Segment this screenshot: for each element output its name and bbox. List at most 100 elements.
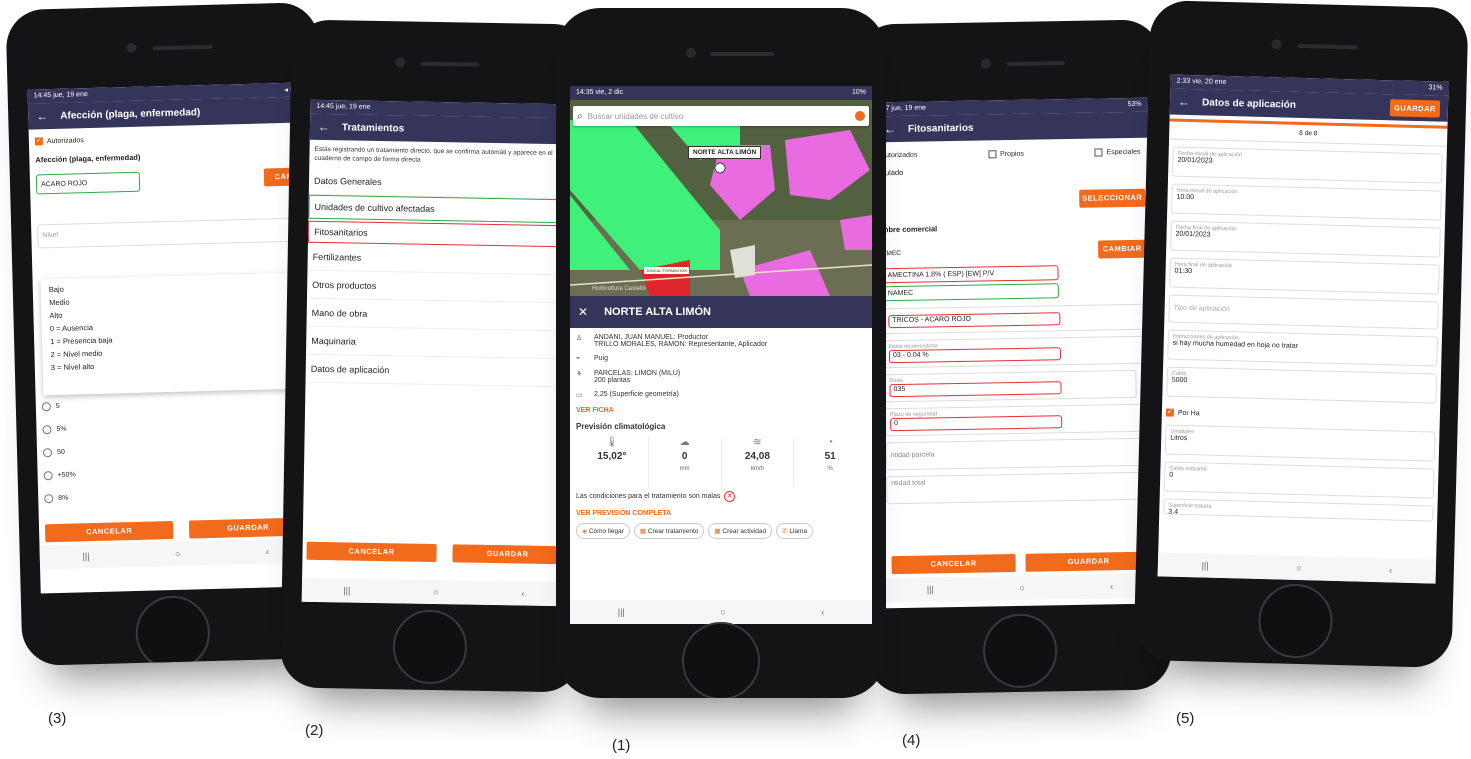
dose-field[interactable]: Dosis 035 [884,369,1137,403]
product-field[interactable]: NAMEC [882,283,1059,302]
weather-value: 24,08 [744,451,770,462]
checkbox-label: Por Ha [1177,409,1200,417]
directions-icon: ◈ [582,528,587,535]
screen-2: 14:45 jue, 19 ene▮ ← Tratamientos Estás … [301,99,575,607]
checkbox-icon[interactable] [1094,148,1103,157]
start-date-field[interactable]: Fecha inicial de aplicación 20/01/2023 [1172,146,1443,184]
plague-field[interactable]: TRICOS - ACARO ROJO [883,303,1148,335]
home-circle-icon[interactable]: ○ [720,607,725,617]
back-arrow-icon[interactable]: ← [36,109,48,123]
back-chevron-icon[interactable]: ‹ [1110,581,1113,591]
menu-item[interactable]: Datos de aplicación [305,354,570,388]
home-circle-icon[interactable]: ○ [1019,583,1025,593]
save-button[interactable]: GUARDAR [452,544,563,565]
start-time-field[interactable]: Hora inicial de aplicación 10:00 [1171,183,1442,221]
menu-item[interactable]: Datos Generales [308,166,574,200]
back-arrow-icon[interactable]: ← [1178,95,1190,109]
authorized-check-row[interactable]: ✓ Autorizados [34,131,295,146]
map-view[interactable]: ⌕ Buscar unidades de cultivo NORTE ALTA … [570,100,872,296]
close-icon[interactable]: ✕ [578,305,588,319]
checkbox-checked-icon[interactable]: ✓ [1165,408,1175,417]
menu-item-highlighted[interactable]: Unidades de cultivo afectadas [308,194,573,224]
quantity-total-field[interactable]: ntidad total [886,471,1151,505]
checkbox-icon[interactable] [988,150,997,159]
leftover-broth-field[interactable]: Caldo sobrante 0 [1163,461,1435,499]
cancel-button[interactable]: CANCELAR [306,541,437,563]
end-date-field[interactable]: Fecha final de aplicación 20/01/2023 [1170,220,1441,258]
front-camera [395,57,406,68]
home-button[interactable] [982,613,1058,689]
cancel-button[interactable]: CANCELAR [44,520,174,543]
home-circle-icon[interactable]: ○ [1296,563,1302,573]
view-sheet-link[interactable]: VER FICHA [576,407,866,414]
select-button[interactable]: SELECCIONAR [1079,188,1146,208]
home-circle-icon[interactable]: ○ [433,587,439,597]
call-chip[interactable]: ✆ Llama [776,523,814,539]
weather-value: 0 [681,451,688,462]
filter-badge-icon[interactable] [855,111,865,121]
radio-icon[interactable] [43,471,53,481]
home-circle-icon[interactable]: ○ [175,549,181,559]
back-chevron-icon[interactable]: ‹ [1389,565,1392,575]
check-item[interactable]: Especiales [1094,148,1141,157]
android-nav-bar: ||| ○ ‹ [1157,552,1437,584]
radio-option[interactable]: 8% [44,487,77,511]
recents-icon[interactable]: ||| [343,585,350,595]
weather-unit: % [827,466,833,472]
back-arrow-icon[interactable]: ← [318,120,330,134]
radio-option[interactable]: 5 [41,395,75,419]
recents-icon[interactable]: ||| [82,551,89,561]
product-field[interactable]: AMECTINA 1,8% ( ESP) [EW] P/V [882,265,1059,284]
checkbox-checked-icon[interactable]: ✓ [34,137,44,146]
radio-option[interactable]: 50 [42,441,76,465]
safety-period-field[interactable]: Plazo de seguridad 0 [884,403,1150,437]
people-row: ♙ ANDANI, JUAN MANUEL: Productor TRILLO M… [576,334,866,348]
home-button[interactable] [1257,582,1334,659]
radio-option[interactable]: +50% [43,464,76,488]
place-text: Puig [594,355,609,362]
directions-chip[interactable]: ◈ Cómo llegar [576,523,630,539]
home-button[interactable] [392,609,468,685]
page-title: Tratamientos [341,121,405,134]
search-bar[interactable]: ⌕ Buscar unidades de cultivo [573,106,869,126]
search-input[interactable]: Buscar unidades de cultivo [588,112,855,121]
broth-field[interactable]: Caldo 5000 [1166,366,1438,404]
status-time: 14:35 vie, 2 dic [576,89,624,96]
per-ha-check-row[interactable]: ✓ Por Ha [1165,408,1436,423]
create-treatment-chip[interactable]: ▦ Crear tratamiento [633,523,705,539]
recents-icon[interactable]: ||| [1202,560,1209,570]
dose-recommended-field[interactable]: Dosis recomendada 03 - 0.04 % [883,335,1149,369]
front-camera [686,48,696,58]
android-nav-bar: ||| ○ ‹ [39,538,313,570]
units-field[interactable]: Unidades Litros [1164,424,1436,462]
create-activity-chip[interactable]: ▦ Crear actividad [708,523,773,539]
quantity-parcel-field[interactable]: ntidad parcela [885,437,1150,471]
screen-5: 2:33 vie, 20 ene 31% ← Datos de aplicació… [1157,74,1449,584]
home-button[interactable] [134,595,211,666]
save-button[interactable]: GUARDAR [1025,551,1152,572]
back-chevron-icon[interactable]: ‹ [521,589,524,599]
radio-label: 5 [55,402,60,411]
check-item[interactable]: Propios [988,150,1024,159]
home-button[interactable] [682,622,760,698]
recents-icon[interactable]: ||| [927,584,934,594]
save-button[interactable]: GUARDAR [1389,98,1441,118]
end-time-field[interactable]: Hora final de aplicación 01:30 [1169,257,1440,295]
cancel-button[interactable]: CANCELAR [891,554,1016,575]
treated-surface-field[interactable]: Superficie tratada 3,4 [1163,498,1434,522]
radio-icon[interactable] [42,448,53,458]
radio-icon[interactable] [42,425,52,435]
application-type-field[interactable]: Tipo de aplicación [1168,294,1439,330]
radio-option[interactable]: 5% [42,418,75,442]
back-chevron-icon[interactable]: ‹ [821,607,824,617]
recents-icon[interactable]: ||| [618,607,625,617]
radio-icon[interactable] [41,402,51,412]
instructions-field[interactable]: Instrucciones de aplicación si hay mucha … [1167,329,1438,367]
level-dropdown: Bajo Medio Alto 0 = Ausencia 1 = Presenc… [40,272,300,396]
back-chevron-icon[interactable]: ‹ [266,546,269,556]
radio-icon[interactable] [44,494,54,504]
full-forecast-link[interactable]: VER PREVISIÓN COMPLETA [576,510,866,517]
affection-field[interactable]: ACARO ROJO [35,171,141,195]
change-button[interactable]: CAMBIAR [1097,239,1147,259]
level-select[interactable]: Nivel [37,217,298,249]
